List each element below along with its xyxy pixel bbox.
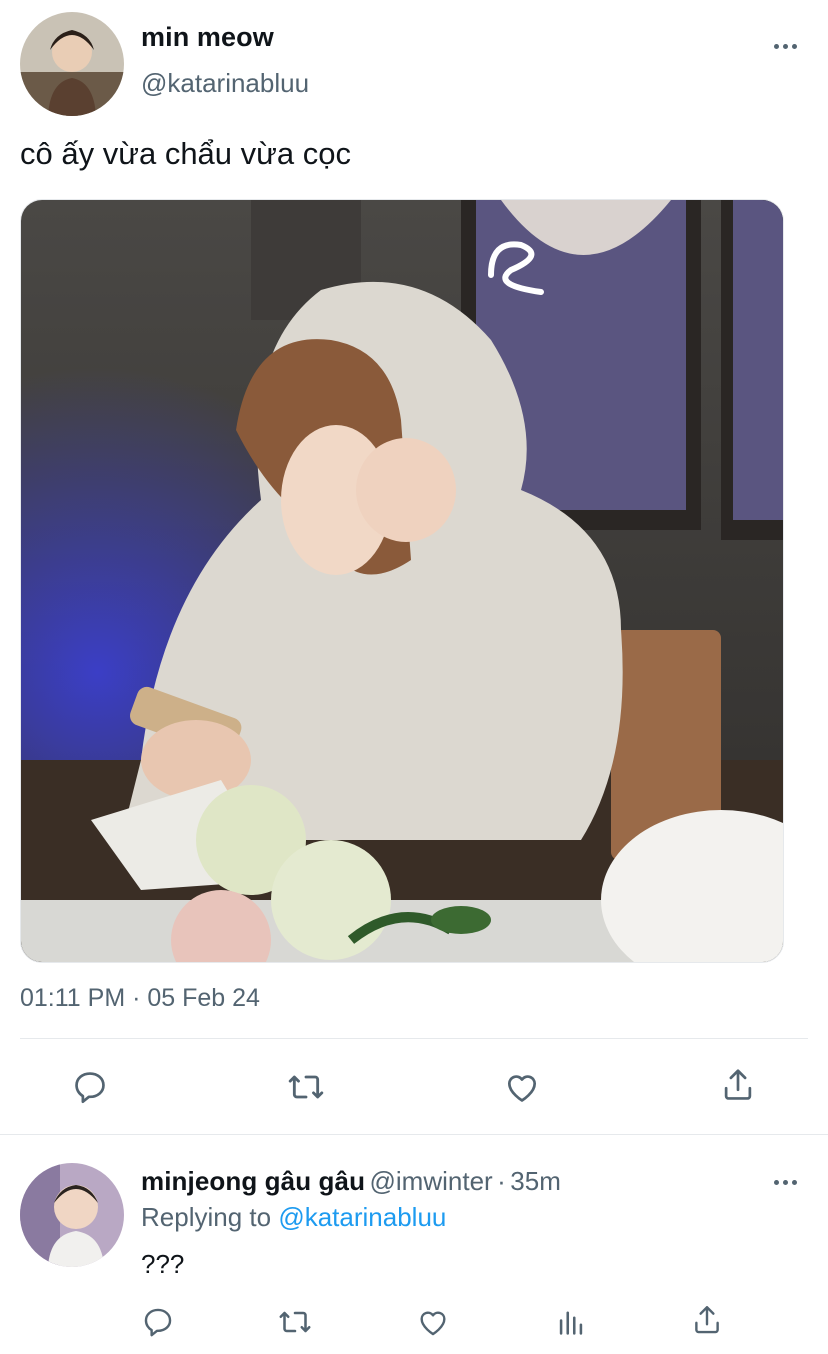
retweet-button[interactable] [284,1065,328,1109]
reply-more-options-icon[interactable] [774,1180,797,1185]
reply-time[interactable]: 35m [510,1166,561,1196]
reply-button[interactable] [68,1065,112,1109]
reply-reply-button[interactable] [138,1302,178,1342]
replying-to: Replying to @katarinabluu [141,1202,446,1233]
author-name[interactable]: min meow [141,22,274,53]
share-icon [724,1069,752,1100]
avatar-photo [20,12,124,116]
reply-icon [75,1072,105,1104]
author-avatar[interactable] [20,12,124,116]
reply-analytics-button[interactable] [551,1302,591,1342]
reply-share-button[interactable] [687,1300,727,1340]
reply-author-name[interactable]: minjeong gâu gâu [141,1166,365,1196]
like-icon [507,1075,537,1102]
replying-to-handle[interactable]: @katarinabluu [278,1202,446,1232]
reply-icon [144,1308,172,1337]
share-button[interactable] [716,1063,760,1107]
retweet-icon [288,1075,324,1099]
section-divider [0,1134,828,1135]
reply-text: ??? [141,1249,185,1279]
tweet-text: cô ấy vừa chẩu vừa cọc [20,136,351,171]
replying-to-prefix: Replying to [141,1202,272,1232]
share-icon [695,1306,719,1334]
reply-header: minjeong gâu gâu @imwinter · 35m [141,1166,561,1197]
retweet-icon [279,1311,311,1333]
avatar-photo [20,1163,124,1267]
more-options-icon[interactable] [774,44,797,49]
tweet-media[interactable] [20,199,784,963]
reply-author-handle[interactable]: @imwinter [370,1166,493,1196]
reply-author-avatar[interactable] [20,1163,124,1267]
tweet-photo [21,200,783,962]
divider [20,1038,808,1039]
like-button[interactable] [500,1065,544,1109]
reply-time-separator: · [497,1166,506,1196]
author-handle[interactable]: @katarinabluu [141,68,309,99]
reply-like-button[interactable] [413,1302,453,1342]
tweet-timestamp[interactable]: 01:11 PM · 05 Feb 24 [20,984,260,1013]
like-icon [420,1311,446,1336]
analytics-icon [559,1311,583,1335]
reply-retweet-button[interactable] [275,1302,315,1342]
